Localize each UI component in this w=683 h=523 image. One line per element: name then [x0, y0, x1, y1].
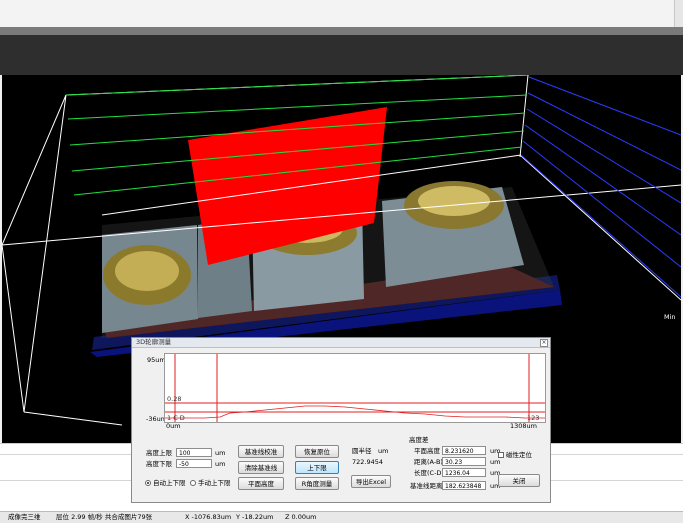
- close-button[interactable]: 关闭: [498, 474, 540, 487]
- radius-unit: um: [378, 447, 389, 455]
- plane-height-button[interactable]: 平面高度: [238, 477, 284, 490]
- width-cd-input[interactable]: 1236.04: [442, 468, 486, 477]
- radius-label: 圆半径: [352, 447, 372, 455]
- bump-3-top: [418, 186, 490, 216]
- profile-measure-dialog: 3D轮廓测量 × 95um -36um 0um 1308um 0.28 1 C …: [131, 337, 551, 503]
- distance-ab-input[interactable]: 30.23: [442, 457, 486, 466]
- status-x: X -1076.83um: [185, 513, 232, 521]
- height-lower-label: 高度下限: [146, 460, 172, 468]
- height-upper-unit: um: [215, 449, 226, 457]
- r-angle-measure-button[interactable]: R角度测量: [295, 477, 339, 490]
- y-max-label: 95um: [147, 356, 166, 364]
- plane-height-input[interactable]: 8.231620: [442, 446, 486, 455]
- plane-height-label: 平面高度: [414, 447, 440, 455]
- width-cd-label: 长度(C-D): [414, 469, 444, 477]
- dialog-title: 3D轮廓测量: [136, 338, 172, 346]
- dialog-title-bar: 3D轮廓测量 ×: [132, 338, 550, 348]
- manual-limits-radio[interactable]: [190, 480, 196, 486]
- status-info: 层位 2.99 帧/秒 共合成图片79张: [56, 513, 153, 521]
- baseline-calibrate-button[interactable]: 基准线校准: [238, 445, 284, 458]
- clear-baseline-button[interactable]: 清除基准线: [238, 461, 284, 474]
- status-z: Z 0.00um: [285, 513, 317, 521]
- left-marker-label: 1 C D: [167, 414, 185, 422]
- window-edge: [674, 0, 683, 27]
- baseline-dist-label: 基准线距离: [410, 482, 443, 490]
- profile-plot[interactable]: 0.28 1 C D 123: [164, 353, 546, 423]
- height-diff-label: 高度差: [409, 436, 429, 444]
- magnetic-checkbox[interactable]: [498, 452, 504, 458]
- restore-origin-button[interactable]: 恢复原位: [295, 445, 339, 458]
- magnetic-label: 磁性定位: [506, 451, 532, 459]
- radius-value: 722.9454: [352, 458, 384, 466]
- auto-limits-label: 自动上下限: [153, 479, 186, 487]
- profile-plot-svg: [165, 354, 545, 422]
- height-lower-unit: um: [215, 460, 226, 468]
- manual-limits-label: 手动上下限: [198, 479, 231, 487]
- status-bar: 成像完三维 层位 2.99 帧/秒 共合成图片79张 X -1076.83um …: [0, 511, 683, 523]
- viewport-corner-label: Min: [664, 313, 676, 321]
- bump-1-top: [115, 251, 179, 291]
- export-excel-button[interactable]: 导出Excel: [351, 475, 391, 488]
- status-y: Y -18.22um: [236, 513, 274, 521]
- height-upper-input[interactable]: 100: [176, 448, 212, 457]
- status-mode: 成像完三维: [8, 513, 41, 521]
- right-marker-label: 123: [527, 414, 540, 422]
- distance-ab-label: 距离(A-B): [414, 458, 443, 466]
- auto-limits-radio[interactable]: [145, 480, 151, 486]
- upper-lower-button[interactable]: 上下限: [295, 461, 339, 474]
- dialog-close-icon[interactable]: ×: [540, 339, 548, 347]
- title-bar: [0, 0, 683, 28]
- height-upper-label: 高度上限: [146, 449, 172, 457]
- baseline-dist-input[interactable]: 182.623848: [442, 481, 486, 490]
- toolbar-strip: [0, 27, 683, 35]
- level-label: 0.28: [167, 395, 182, 403]
- distance-ab-unit: um: [490, 458, 501, 466]
- height-lower-input[interactable]: -50: [176, 459, 212, 468]
- toolbar-area: [0, 35, 683, 75]
